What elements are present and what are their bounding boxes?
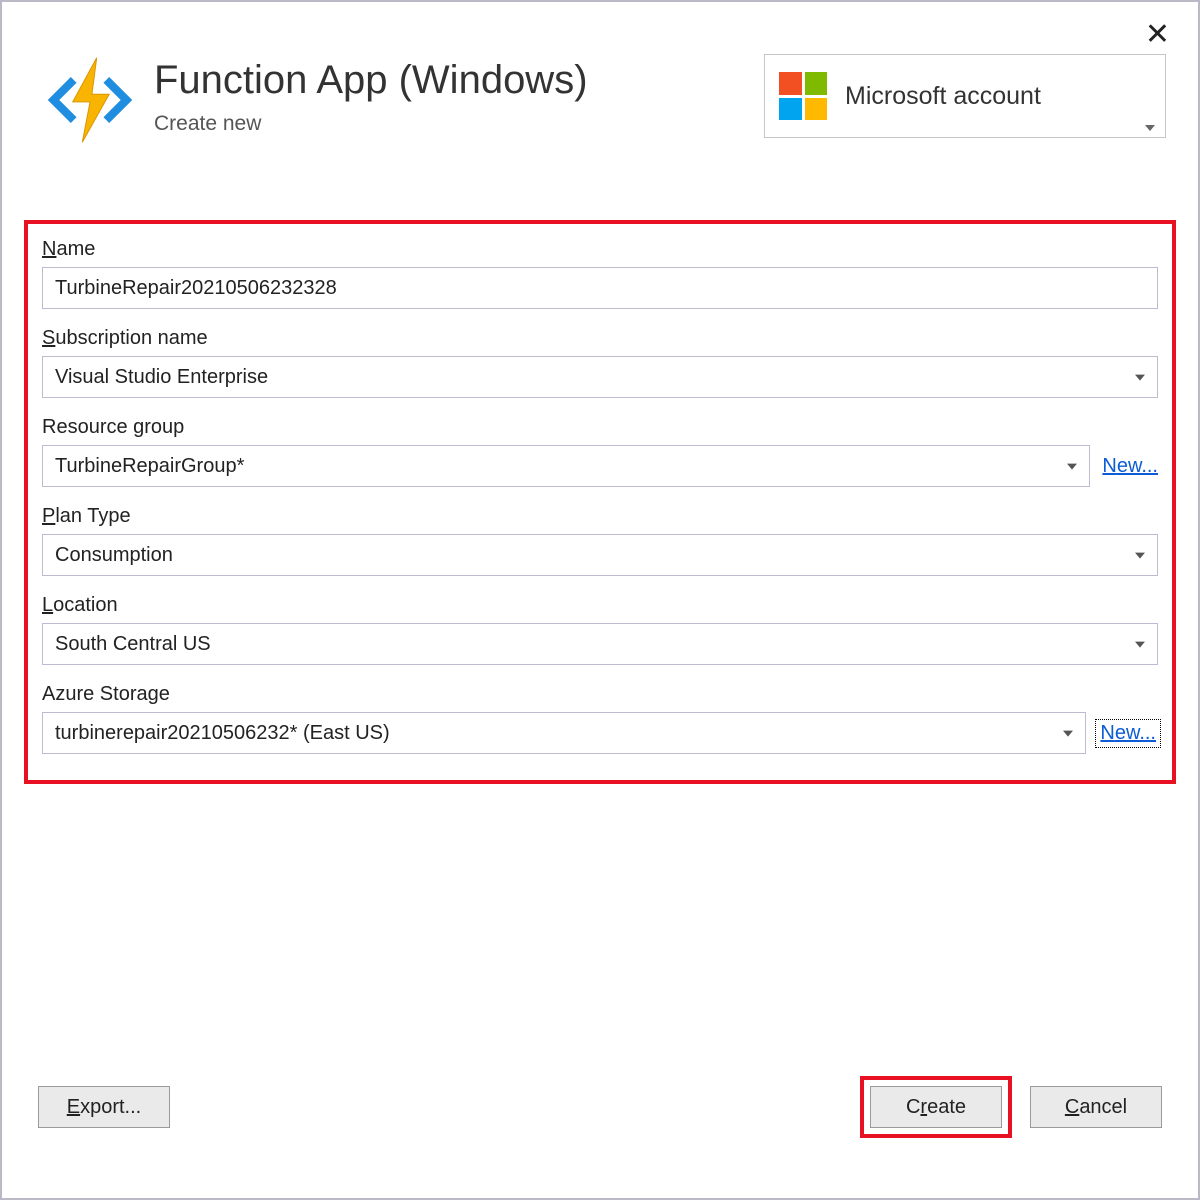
field-location: Location South Central US (42, 594, 1158, 665)
account-label: Microsoft account (845, 82, 1041, 111)
chevron-down-icon (1063, 731, 1073, 737)
chevron-down-icon (1067, 464, 1077, 470)
form-highlight-area: Name Subscription name Visual Studio Ent… (24, 220, 1176, 784)
location-value: South Central US (55, 633, 211, 656)
field-subscription: Subscription name Visual Studio Enterpri… (42, 327, 1158, 398)
azure-storage-new-link[interactable]: New... (1098, 722, 1158, 745)
resource-group-select[interactable]: TurbineRepairGroup* (42, 445, 1090, 487)
name-input[interactable] (42, 267, 1158, 309)
dialog-footer: Export... Create Cancel (38, 1076, 1162, 1138)
create-highlight: Create (860, 1076, 1012, 1138)
microsoft-logo-icon (779, 72, 827, 120)
field-name: Name (42, 238, 1158, 309)
chevron-down-icon (1135, 642, 1145, 648)
resource-group-new-link[interactable]: New... (1102, 455, 1158, 478)
chevron-down-icon (1145, 125, 1155, 131)
resource-group-value: TurbineRepairGroup* (55, 455, 244, 478)
close-icon[interactable]: ✕ (1145, 20, 1170, 50)
chevron-down-icon (1135, 553, 1145, 559)
plan-type-label: Plan Type (42, 505, 131, 528)
field-plan-type: Plan Type Consumption (42, 505, 1158, 576)
plan-type-select[interactable]: Consumption (42, 534, 1158, 576)
cancel-button[interactable]: Cancel (1030, 1086, 1162, 1128)
export-button[interactable]: Export... (38, 1086, 170, 1128)
field-azure-storage: Azure Storage turbinerepair20210506232* … (42, 683, 1158, 754)
field-resource-group: Resource group TurbineRepairGroup* New..… (42, 416, 1158, 487)
subscription-label: Subscription name (42, 327, 208, 350)
azure-storage-label: Azure Storage (42, 683, 170, 706)
plan-type-value: Consumption (55, 544, 173, 567)
azure-storage-value: turbinerepair20210506232* (East US) (55, 722, 390, 745)
location-select[interactable]: South Central US (42, 623, 1158, 665)
account-selector[interactable]: Microsoft account (764, 54, 1166, 138)
dialog-function-app-create: ✕ Function App (Windows) Create new Micr… (0, 0, 1200, 1200)
page-title: Function App (Windows) (154, 58, 764, 102)
page-subtitle: Create new (154, 112, 764, 136)
azure-functions-icon (42, 52, 138, 148)
resource-group-label: Resource group (42, 416, 184, 439)
dialog-header: Function App (Windows) Create new Micros… (42, 58, 1176, 148)
location-label: Location (42, 594, 118, 617)
chevron-down-icon (1135, 375, 1145, 381)
create-button[interactable]: Create (870, 1086, 1002, 1128)
name-label: Name (42, 238, 95, 261)
subscription-select[interactable]: Visual Studio Enterprise (42, 356, 1158, 398)
subscription-value: Visual Studio Enterprise (55, 366, 268, 389)
azure-storage-select[interactable]: turbinerepair20210506232* (East US) (42, 712, 1086, 754)
